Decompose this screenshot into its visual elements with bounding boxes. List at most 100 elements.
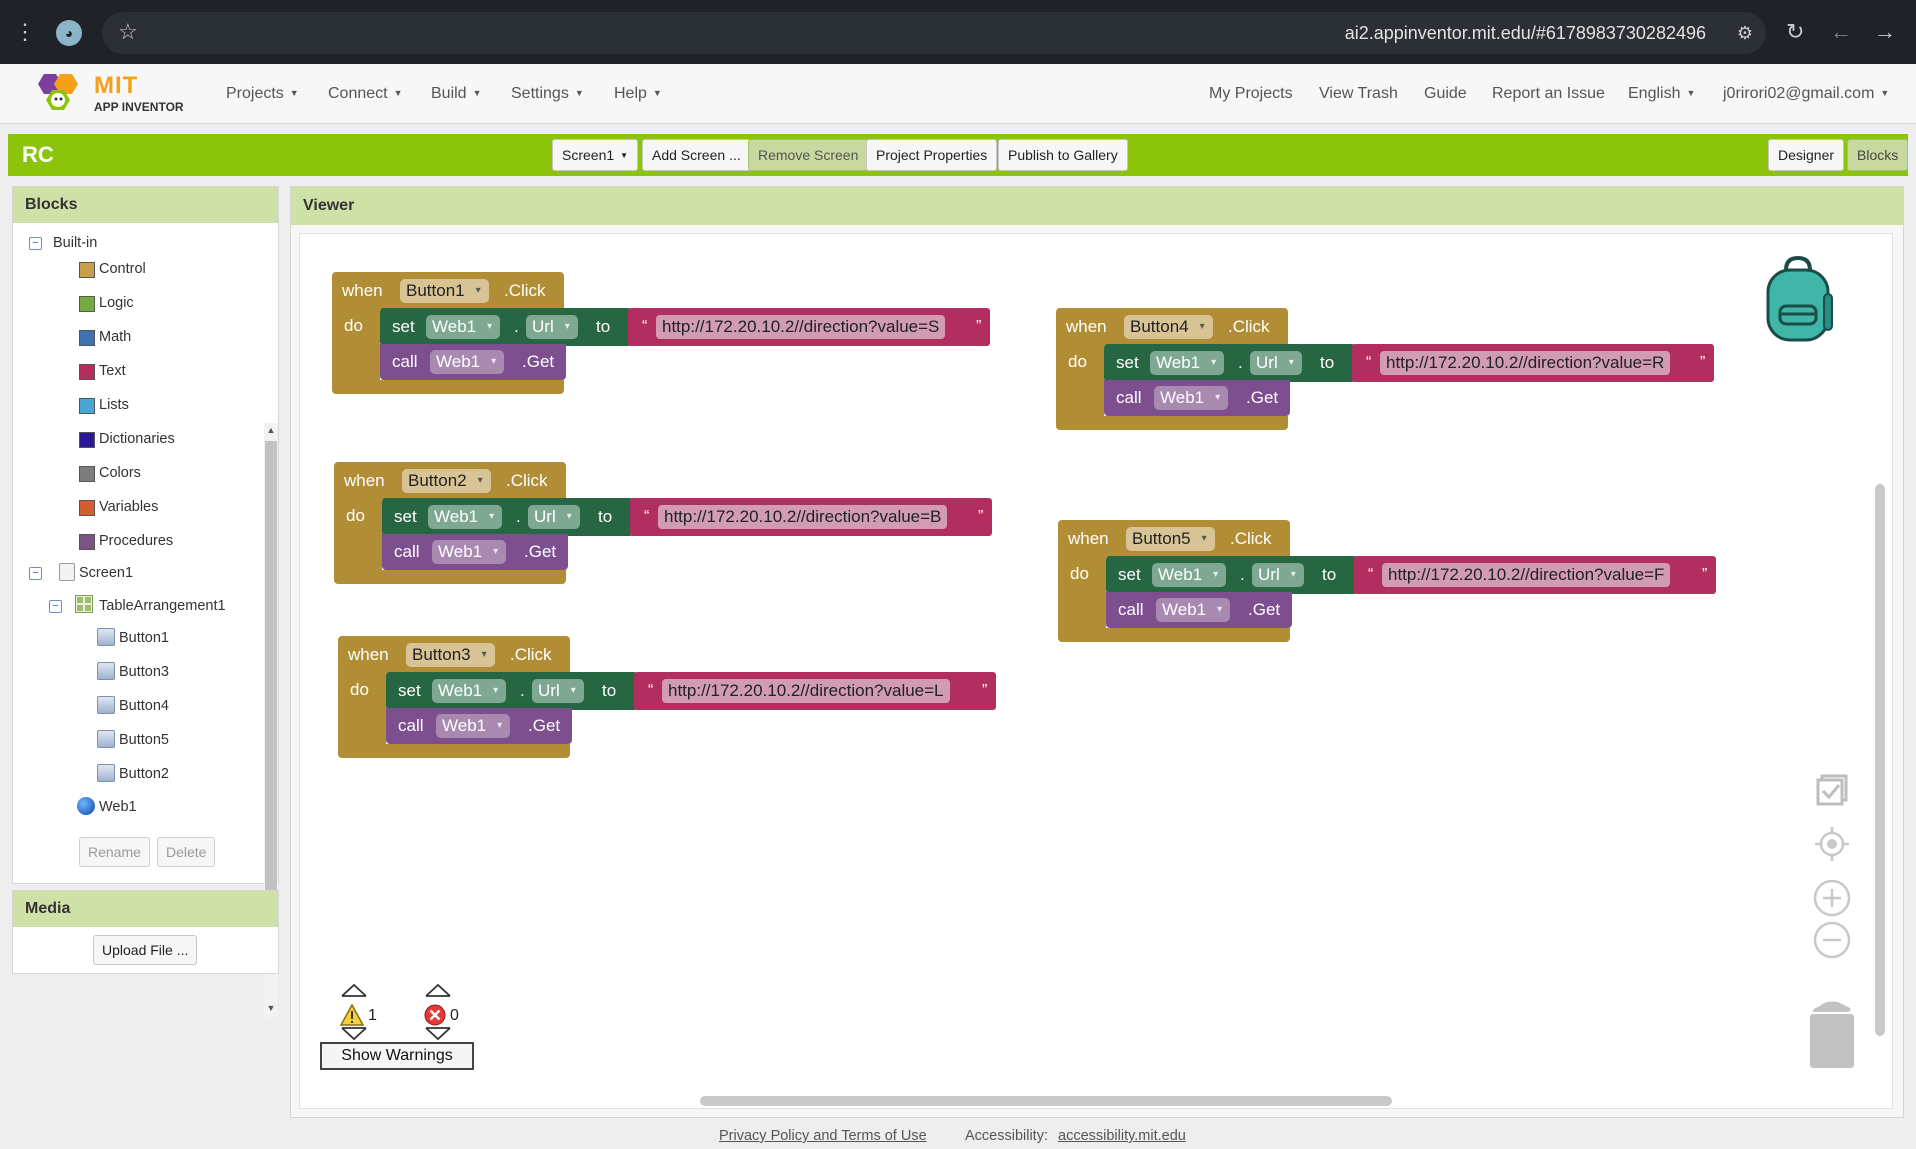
tree-button5[interactable]: Button5	[119, 728, 169, 752]
tree-builtin-procedures[interactable]: Procedures	[99, 529, 173, 553]
set-component-dropdown[interactable]: Web1	[432, 679, 507, 703]
tree-button1[interactable]: Button1	[119, 626, 169, 650]
workspace-vertical-scrollbar[interactable]	[1875, 484, 1885, 1036]
nav-connect-menu[interactable]: Connect ▼	[328, 84, 403, 105]
zoom-out-icon[interactable]	[1812, 920, 1852, 960]
tree-web1[interactable]: Web1	[99, 795, 137, 819]
event-component-dropdown[interactable]: Button3	[406, 643, 495, 667]
tree-builtin-colors[interactable]: Colors	[99, 461, 141, 485]
add-screen-button[interactable]: Add Screen ...	[642, 139, 751, 171]
tree-table-arrangement[interactable]: TableArrangement1	[99, 594, 226, 618]
call-method-block[interactable]: call Web1 .Get	[386, 708, 572, 744]
call-component-dropdown[interactable]: Web1	[1154, 386, 1229, 410]
url-text-field[interactable]: http://172.20.10.2//direction?value=F	[1382, 563, 1671, 587]
set-component-dropdown[interactable]: Web1	[1152, 563, 1227, 587]
text-string-block[interactable]: “ http://172.20.10.2//direction?value=S ”	[628, 308, 990, 346]
call-component-dropdown[interactable]: Web1	[432, 540, 507, 564]
tree-builtin-logic[interactable]: Logic	[99, 291, 134, 315]
set-component-dropdown[interactable]: Web1	[426, 315, 501, 339]
collapse-screen1-icon[interactable]: −	[29, 567, 42, 580]
event-block-button5[interactable]: when Button5 .Click do set Web1. Urlto “ http://…	[1058, 520, 1716, 644]
project-properties-button[interactable]: Project Properties	[866, 139, 998, 171]
privacy-policy-link[interactable]: Privacy Policy and Terms of Use	[719, 1128, 927, 1144]
rename-button[interactable]: Rename	[79, 837, 150, 867]
set-property-dropdown[interactable]: Url	[1250, 351, 1302, 375]
nav-build-menu[interactable]: Build ▼	[431, 84, 482, 105]
text-string-block[interactable]: “ http://172.20.10.2//direction?value=B ”	[630, 498, 992, 536]
tree-screen1[interactable]: Screen1	[79, 561, 133, 585]
workspace-horizontal-scrollbar[interactable]	[700, 1096, 1392, 1106]
event-header[interactable]: when Button4 .Click	[1056, 308, 1288, 346]
nav-view-trash[interactable]: View Trash	[1319, 84, 1398, 104]
forward-arrow-icon[interactable]: →	[1874, 18, 1896, 46]
call-method-block[interactable]: call Web1 .Get	[1106, 592, 1292, 628]
event-component-dropdown[interactable]: Button4	[1124, 315, 1213, 339]
call-method-block[interactable]: call Web1 .Get	[382, 534, 568, 570]
event-component-dropdown[interactable]: Button1	[400, 279, 489, 303]
event-component-dropdown[interactable]: Button5	[1126, 527, 1215, 551]
text-string-block[interactable]: “ http://172.20.10.2//direction?value=L ”	[634, 672, 996, 710]
upload-file-button[interactable]: Upload File ...	[93, 935, 198, 965]
nav-help-menu[interactable]: Help ▼	[614, 84, 662, 105]
tree-builtin-text[interactable]: Text	[99, 359, 126, 383]
warning-prev-arrow-icon[interactable]	[340, 982, 368, 998]
url-text-field[interactable]: http://172.20.10.2//direction?value=R	[1380, 351, 1671, 375]
event-header[interactable]: when Button1 .Click	[332, 272, 564, 310]
set-property-dropdown[interactable]: Url	[528, 505, 580, 529]
tree-builtin-lists[interactable]: Lists	[99, 393, 129, 417]
tree-builtin-variables[interactable]: Variables	[99, 495, 158, 519]
tree-builtin[interactable]: Built-in	[53, 231, 97, 255]
tree-button3[interactable]: Button3	[119, 660, 169, 684]
event-header[interactable]: when Button3 .Click	[338, 636, 570, 674]
nav-report-issue[interactable]: Report an Issue	[1492, 84, 1605, 104]
set-property-dropdown[interactable]: Url	[532, 679, 584, 703]
set-property-dropdown[interactable]: Url	[1252, 563, 1304, 587]
url-text-field[interactable]: http://172.20.10.2//direction?value=L	[662, 679, 950, 703]
delete-button[interactable]: Delete	[157, 837, 216, 867]
nav-projects-menu[interactable]: Projects ▼	[226, 84, 299, 105]
accessibility-link[interactable]: accessibility.mit.edu	[1058, 1128, 1186, 1144]
remove-screen-button[interactable]: Remove Screen	[748, 139, 869, 171]
scroll-down-icon[interactable]: ▼	[265, 1001, 277, 1015]
event-block-button2[interactable]: when Button2 .Click do set Web1. Urlto “ http://…	[334, 462, 992, 586]
tree-button2[interactable]: Button2	[119, 762, 169, 786]
back-arrow-icon[interactable]: ←	[1830, 18, 1852, 46]
call-method-block[interactable]: call Web1 .Get	[380, 344, 566, 380]
site-settings-icon[interactable]: ⚙	[1732, 20, 1758, 46]
call-component-dropdown[interactable]: Web1	[1156, 598, 1231, 622]
set-component-dropdown[interactable]: Web1	[1150, 351, 1225, 375]
trash-icon[interactable]	[1806, 1000, 1858, 1070]
event-block-button3[interactable]: when Button3 .Click do set Web1. Urlto “ http://…	[338, 636, 996, 760]
screen-selector[interactable]: Screen1 ▼	[552, 139, 639, 171]
set-property-dropdown[interactable]: Url	[526, 315, 578, 339]
reload-icon[interactable]: ↻	[1786, 18, 1804, 46]
error-prev-arrow-icon[interactable]	[424, 982, 452, 998]
show-warnings-button[interactable]: Show Warnings	[320, 1042, 474, 1070]
event-block-button4[interactable]: when Button4 .Click do set Web1. Urlto “ http://…	[1056, 308, 1714, 432]
set-property-block[interactable]: set Web1. Urlto	[1104, 344, 1356, 382]
tree-builtin-dictionaries[interactable]: Dictionaries	[99, 427, 175, 451]
tree-button4[interactable]: Button4	[119, 694, 169, 718]
set-property-block[interactable]: set Web1. Urlto	[382, 498, 634, 536]
tree-builtin-math[interactable]: Math	[99, 325, 131, 349]
zoom-in-icon[interactable]	[1812, 878, 1852, 918]
warning-next-arrow-icon[interactable]	[340, 1026, 368, 1042]
call-method-block[interactable]: call Web1 .Get	[1104, 380, 1290, 416]
app-inventor-logo[interactable]: MIT APP INVENTOR	[32, 68, 192, 120]
collapse-arrangement-icon[interactable]: −	[49, 600, 62, 613]
nav-account-menu[interactable]: j0rirori02@gmail.com ▼	[1723, 84, 1889, 105]
error-next-arrow-icon[interactable]	[424, 1026, 452, 1042]
blocks-workspace[interactable]: whenButton1.ClickdosetWeb1.Urlto“http://…	[299, 233, 1893, 1109]
text-string-block[interactable]: “ http://172.20.10.2//direction?value=F ”	[1354, 556, 1716, 594]
nav-settings-menu[interactable]: Settings ▼	[511, 84, 584, 105]
bookmark-star-icon[interactable]: ☆	[118, 18, 138, 46]
tree-builtin-control[interactable]: Control	[99, 257, 146, 281]
publish-gallery-button[interactable]: Publish to Gallery	[998, 139, 1128, 171]
blocks-button[interactable]: Blocks	[1847, 139, 1909, 171]
url-text-field[interactable]: http://172.20.10.2//direction?value=B	[658, 505, 948, 529]
set-property-block[interactable]: set Web1. Urlto	[386, 672, 638, 710]
browser-menu-icon[interactable]: ⋮	[14, 18, 36, 46]
nav-guide[interactable]: Guide	[1424, 84, 1467, 104]
set-property-block[interactable]: set Web1. Urlto	[380, 308, 632, 346]
set-property-block[interactable]: set Web1. Urlto	[1106, 556, 1358, 594]
